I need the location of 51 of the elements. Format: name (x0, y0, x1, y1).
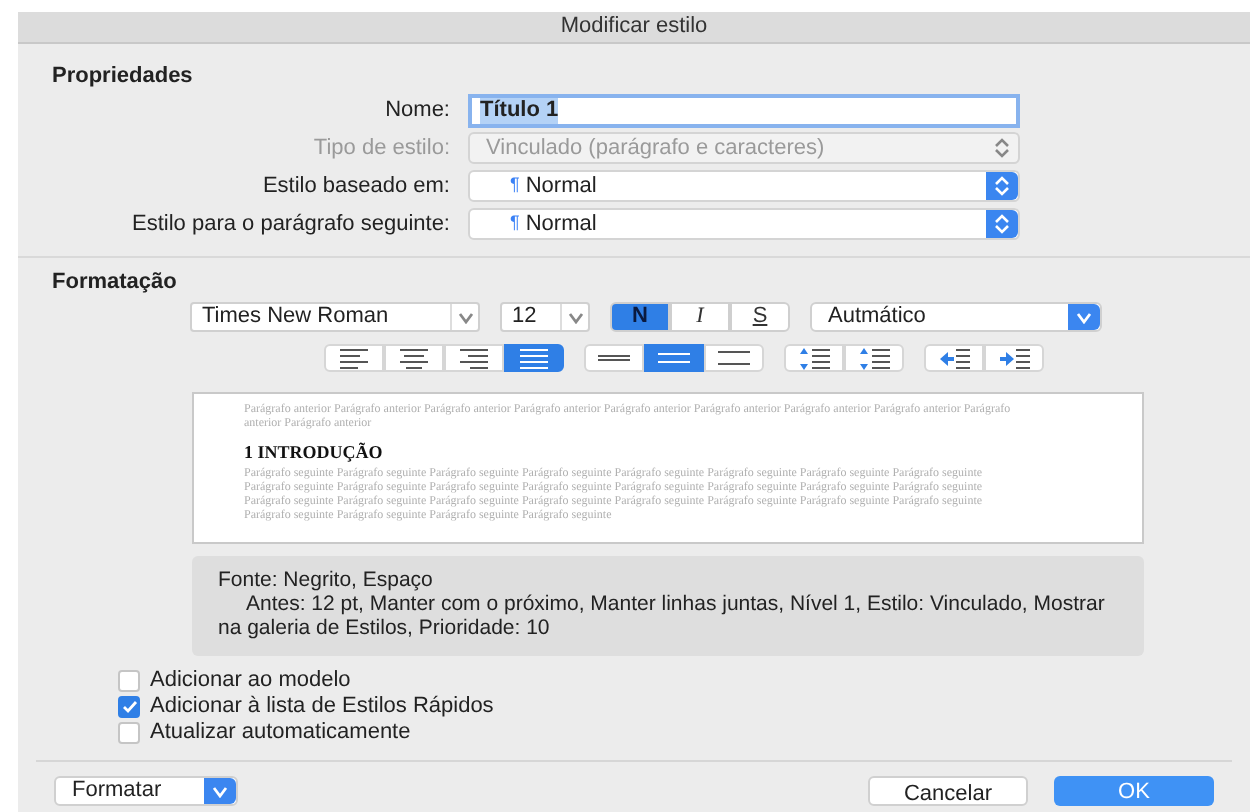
stepper-icon (994, 214, 1010, 234)
checkbox-label: Adicionar à lista de Estilos Rápidos (150, 691, 494, 722)
font-dropdown[interactable]: Times New Roman (190, 302, 480, 332)
field-label: Estilo para o parágrafo seguinte: (130, 209, 452, 240)
paragraph-format-button[interactable] (644, 344, 704, 372)
cancel-button[interactable]: Cancelar (868, 776, 1028, 806)
stepper-icon (994, 176, 1010, 196)
paragraph-spacing-icon (798, 345, 830, 371)
popup-value: Normal (525, 171, 599, 202)
popup-field[interactable]: ¶ Normal (468, 170, 1020, 202)
checkmark-icon (121, 699, 137, 713)
checkbox-label: Atualizar automaticamente (150, 717, 411, 748)
caret-icon (567, 311, 583, 323)
section-heading: Propriedades (52, 62, 195, 90)
outdent-icon (938, 345, 970, 371)
field-label: Estilo baseado em: (260, 171, 452, 202)
font-style-button[interactable]: I (670, 302, 730, 332)
popup-value: Vinculado (parágrafo e caracteres) (486, 133, 827, 164)
checkbox[interactable] (118, 669, 140, 691)
align-center-icon (398, 345, 430, 371)
size-dropdown[interactable]: 12 (500, 302, 590, 332)
field-label: Tipo de estilo: (311, 133, 452, 164)
format-menu-button[interactable]: Formatar (54, 776, 238, 806)
font-style-button[interactable]: S (730, 302, 790, 332)
paragraph-spacing-icon (858, 345, 890, 371)
checkbox[interactable] (118, 695, 140, 717)
font-style-button[interactable]: N (610, 302, 670, 332)
window-title: Modificar estilo (18, 12, 1250, 44)
preview-heading: 1 INTRODUÇÃO (244, 442, 385, 464)
caret-icon (212, 785, 228, 797)
checkbox[interactable] (118, 721, 140, 743)
justify-icon (518, 345, 550, 371)
caret-icon (457, 311, 473, 323)
pilcrow-icon: ¶ (510, 172, 520, 200)
caret-icon (1076, 311, 1092, 323)
align-right-icon (458, 345, 490, 371)
pilcrow-icon: ¶ (510, 210, 520, 238)
line-spacing-icon (718, 345, 750, 371)
stepper-icon (994, 138, 1010, 158)
field-label: Nome: (383, 95, 452, 126)
checkbox-label: Adicionar ao modelo (150, 665, 351, 695)
popup-field[interactable]: ¶ Normal (468, 208, 1020, 240)
section-heading: Formatação (52, 268, 179, 296)
popup-value: Normal (525, 209, 599, 240)
description-text: Fonte: Negrito, Espaço (218, 568, 435, 592)
name-field[interactable]: Título 1 (468, 93, 1020, 127)
paragraph-format-button[interactable] (504, 344, 564, 372)
description-text: Antes: 12 pt, Manter com o próximo, Manter linhas juntas, Nível 1, Estilo: Vinculado, Mostrar na galeria de Estilos, Prioridade: 10 (218, 592, 1107, 640)
align-left-icon (338, 345, 370, 371)
color-dropdown[interactable]: Autmático (810, 302, 1102, 332)
indent-icon (998, 345, 1030, 371)
